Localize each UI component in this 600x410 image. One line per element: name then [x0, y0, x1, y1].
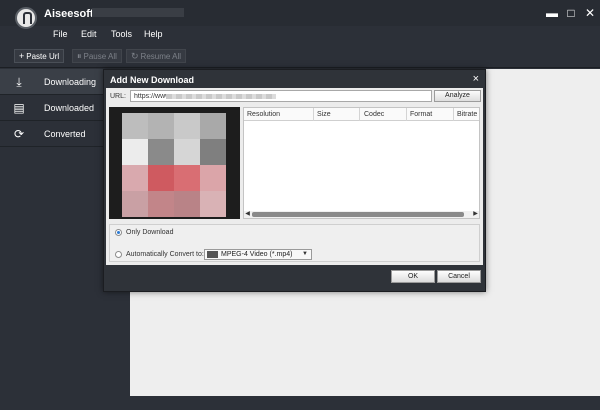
paste-url-button[interactable]: + Paste Url [14, 49, 65, 63]
ok-button[interactable]: OK [391, 270, 435, 283]
close-window-button[interactable]: ✕ [583, 6, 597, 20]
analyze-button[interactable]: Analyze [434, 90, 481, 102]
output-format-select[interactable]: MPEG-4 Video (*.mp4) ▼ [204, 249, 312, 260]
preview-pixel [200, 113, 226, 139]
sidebar-item-label: Converted [44, 129, 86, 139]
column-separator [453, 108, 454, 121]
cancel-button[interactable]: Cancel [437, 270, 481, 283]
column-resolution[interactable]: Resolution [247, 111, 280, 118]
video-preview [109, 107, 240, 219]
chevron-down-icon: ▼ [302, 251, 308, 257]
only-download-label: Only Download [126, 229, 174, 236]
resolution-table: Resolution Size Codec Format Bitrate ◀ ▶ [243, 107, 480, 219]
pause-all-label: Pause All [83, 52, 117, 61]
dialog-title: Add New Download [110, 75, 194, 85]
convert-icon: ⟳ [13, 127, 25, 141]
title-bar: Aiseesoft ▬ □ ✕ [0, 0, 600, 29]
pause-all-button[interactable]: ⏸ Pause All [72, 49, 122, 63]
url-blurred-region [166, 94, 276, 99]
preview-pixel [174, 139, 200, 165]
dialog-close-icon[interactable]: × [473, 73, 479, 85]
auto-convert-radio[interactable] [115, 251, 122, 258]
pause-icon: ⏸ [77, 51, 82, 61]
preview-pixel [122, 139, 148, 165]
resume-all-button[interactable]: ↻ Resume All [126, 49, 187, 63]
preview-pixel [174, 191, 200, 217]
toolbar: + Paste Url ⏸ Pause All ↻ Resume All [0, 44, 600, 68]
preview-pixel [200, 191, 226, 217]
preview-pixel [148, 139, 174, 165]
scroll-right-icon[interactable]: ▶ [472, 211, 479, 218]
menu-file[interactable]: File [53, 29, 68, 39]
menu-help[interactable]: Help [144, 29, 163, 39]
preview-pixel [148, 165, 174, 191]
preview-pixel [200, 139, 226, 165]
column-bitrate[interactable]: Bitrate [457, 111, 477, 118]
scrollbar-thumb[interactable] [252, 212, 464, 217]
film-icon: ▤ [13, 101, 25, 115]
column-codec[interactable]: Codec [364, 111, 384, 118]
preview-pixel [122, 191, 148, 217]
preview-pixel [122, 165, 148, 191]
maximize-button[interactable]: □ [564, 6, 578, 20]
sidebar-item-label: Downloading [44, 77, 97, 87]
refresh-icon: ↻ [131, 51, 139, 61]
column-separator [406, 108, 407, 121]
column-size[interactable]: Size [317, 111, 331, 118]
preview-pixel [148, 191, 174, 217]
menu-edit[interactable]: Edit [81, 29, 97, 39]
add-new-download-dialog: Add New Download × URL: Analyze [103, 69, 486, 292]
preview-pixel [122, 113, 148, 139]
url-label: URL: [110, 93, 126, 100]
preview-pixel [174, 113, 200, 139]
menu-bar: File Edit Tools Help [0, 26, 600, 44]
minimize-button[interactable]: ▬ [545, 6, 559, 20]
menu-tools[interactable]: Tools [111, 29, 132, 39]
download-options: Only Download Automatically Convert to: … [109, 224, 480, 262]
sidebar-item-label: Downloaded [44, 103, 95, 113]
title-blurred-region [92, 8, 184, 17]
only-download-radio[interactable] [115, 229, 122, 236]
download-icon: ⤓ [16, 75, 22, 89]
auto-convert-label: Automatically Convert to: [126, 251, 204, 258]
resume-all-label: Resume All [140, 52, 182, 61]
preview-pixel [148, 113, 174, 139]
preview-pixel [174, 165, 200, 191]
preview-pixel [200, 165, 226, 191]
scroll-left-icon[interactable]: ◀ [244, 211, 251, 218]
paste-url-label: Paste Url [26, 52, 60, 61]
plus-icon: + [19, 51, 25, 61]
column-separator [359, 108, 360, 121]
column-separator [313, 108, 314, 121]
table-header: Resolution Size Codec Format Bitrate [244, 108, 479, 121]
app-window: Aiseesoft ▬ □ ✕ File Edit Tools Help + Pa… [0, 0, 600, 410]
column-format[interactable]: Format [410, 111, 432, 118]
app-title: Aiseesoft [44, 8, 94, 20]
status-bar [130, 396, 600, 410]
output-format-value: MPEG-4 Video (*.mp4) [221, 251, 293, 258]
horizontal-scrollbar[interactable]: ◀ ▶ [244, 211, 479, 218]
dialog-body: URL: Analyze [106, 88, 483, 265]
video-format-icon [207, 251, 218, 258]
